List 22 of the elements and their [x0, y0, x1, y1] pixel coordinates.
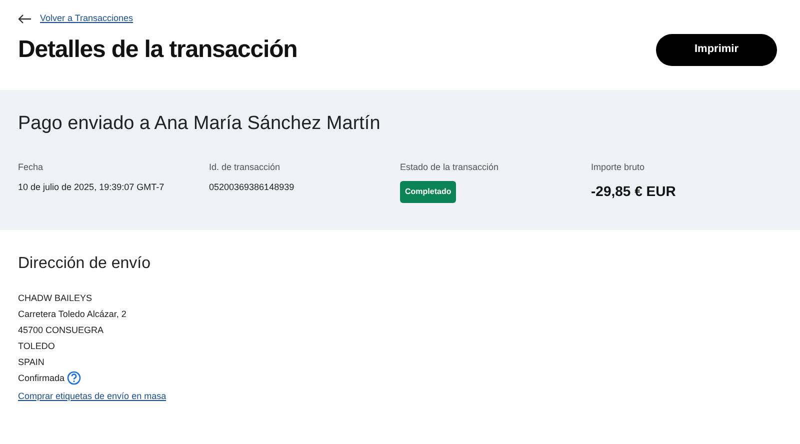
- shipping-heading: Dirección de envío: [18, 254, 152, 274]
- field-value: 10 de julio de 2025, 19:39:07 GMT-7: [18, 180, 166, 194]
- field-label: Estado de la transacción: [400, 160, 500, 174]
- back-arrow-icon: [18, 14, 32, 24]
- field-value: 05200369386148939: [209, 180, 296, 194]
- bulk-labels-link[interactable]: Comprar etiquetas de envío en masa: [18, 390, 166, 404]
- help-icon[interactable]: [66, 371, 81, 385]
- address-line: 45700 CONSUEGRA: [18, 324, 104, 337]
- confirmed-label: Confirmada: [18, 372, 65, 385]
- address-line: SPAIN: [18, 356, 44, 369]
- field-label: Importe bruto: [591, 160, 646, 174]
- address-line: TOLEDO: [18, 340, 55, 353]
- print-button[interactable]: Imprimir: [656, 34, 777, 66]
- address-line: CHADW BAILEYS: [18, 292, 92, 305]
- page-title: Detalles de la transacción: [18, 34, 298, 64]
- payment-heading: Pago enviado a Ana María Sánchez Martín: [18, 112, 382, 136]
- field-label: Fecha: [18, 160, 44, 174]
- status-badge: Completado: [400, 180, 456, 202]
- field-label: Id. de transacción: [209, 160, 282, 174]
- address-line: Carretera Toledo Alcázar, 2: [18, 308, 126, 321]
- amount-value: -29,85 € EUR: [591, 182, 677, 200]
- back-link[interactable]: Volver a Transacciones: [40, 12, 134, 26]
